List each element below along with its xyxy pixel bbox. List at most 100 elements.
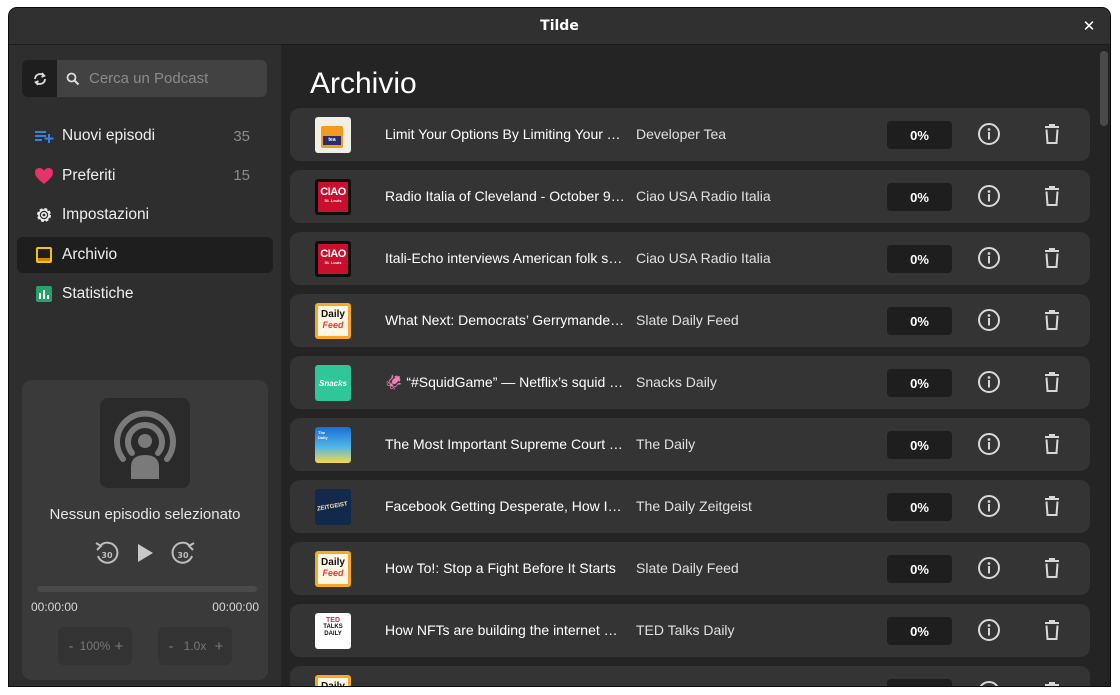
info-icon — [978, 433, 1000, 455]
new-episodes-icon — [34, 126, 54, 146]
sidebar-nav: Nuovi episodi 35 Preferiti 15 Impostazio… — [17, 118, 273, 316]
volume-increase-button[interactable]: + — [112, 638, 126, 655]
episode-thumbnail: DailyFeed — [315, 551, 351, 587]
delete-button[interactable] — [1040, 184, 1064, 208]
delete-button[interactable] — [1040, 432, 1064, 456]
time-total: 00:00:00 — [212, 600, 259, 614]
episode-title: The Most Important Supreme Court Term — [385, 436, 625, 452]
speed-value: 1.0x — [183, 639, 207, 653]
sidebar-item-favorites[interactable]: Preferiti 15 — [17, 158, 273, 194]
episode-progress: 0% — [887, 493, 952, 521]
episode-podcast: Snacks Daily — [636, 374, 717, 390]
trash-icon — [1045, 620, 1059, 640]
episode-row[interactable]: Daily Feed How To!: Stop a Fight Before I… — [290, 542, 1090, 595]
sidebar-item-count: 15 — [233, 167, 250, 184]
sidebar-item-count: 35 — [233, 127, 250, 145]
app-window: Tilde ✕ Cerca un Podcast Nuovi episodi 3… — [9, 8, 1110, 686]
info-button[interactable] — [977, 494, 1001, 518]
refresh-button[interactable] — [22, 60, 57, 97]
info-button[interactable] — [977, 370, 1001, 394]
trash-icon — [1045, 682, 1059, 686]
sidebar-item-label: Nuovi episodi — [62, 127, 156, 144]
trash-icon — [1045, 434, 1059, 454]
search-icon — [66, 72, 80, 85]
episode-row[interactable]: Daily Feed What Next: Democrats’ Gerryman… — [290, 294, 1090, 347]
delete-button[interactable] — [1040, 494, 1064, 518]
titlebar[interactable]: Tilde ✕ — [9, 8, 1110, 45]
episode-podcast: The Daily Zeitgeist — [636, 498, 752, 514]
episode-progress: 0% — [887, 431, 952, 459]
archive-icon — [34, 245, 54, 265]
episode-progress: 0% — [887, 121, 952, 149]
volume-value: 100% — [79, 639, 111, 653]
svg-text:30: 30 — [101, 551, 113, 560]
episode-progress — [887, 679, 952, 686]
episode-row[interactable]: tea Limit Your Options By Limiting Your … — [290, 108, 1090, 161]
delete-button[interactable] — [1040, 618, 1064, 642]
episode-title: How NFTs are building the internet econo… — [385, 622, 625, 638]
episode-row[interactable]: Snacks 🦑 “#SquidGame” — Netflix’s squid … — [290, 356, 1090, 409]
info-button[interactable] — [977, 122, 1001, 146]
trash-icon — [1045, 372, 1059, 392]
heart-icon — [34, 166, 54, 186]
sidebar-item-archive[interactable]: Archivio — [17, 236, 273, 273]
sidebar-item-settings[interactable]: Impostazioni — [17, 197, 273, 233]
info-button[interactable] — [977, 308, 1001, 332]
devtea-logo-text: tea — [323, 136, 341, 145]
trash-icon — [1045, 124, 1059, 144]
playback-progress-bar[interactable] — [37, 586, 257, 592]
episode-title: Itali-Echo interviews American folk sing… — [385, 250, 625, 266]
refresh-icon — [33, 71, 46, 86]
play-button[interactable] — [128, 536, 162, 570]
player-panel: Nessun episodio selezionato 30 30 00:00:… — [22, 380, 268, 680]
episode-thumbnail: TED TALKS DAILY — [315, 613, 351, 649]
info-button[interactable] — [977, 618, 1001, 642]
search-input[interactable] — [89, 70, 259, 87]
episode-row[interactable]: DailyFeed — [290, 666, 1090, 686]
episode-thumbnail: DailyFeed — [315, 675, 351, 686]
info-button[interactable] — [977, 556, 1001, 580]
close-button[interactable]: ✕ — [1080, 17, 1098, 35]
delete-button[interactable] — [1040, 680, 1064, 686]
trash-icon — [1045, 558, 1059, 578]
rewind-30-button[interactable]: 30 — [90, 536, 124, 570]
episode-title: 🦑 “#SquidGame” — Netflix’s squid superhi… — [385, 374, 625, 390]
delete-button[interactable] — [1040, 370, 1064, 394]
info-icon — [978, 619, 1000, 641]
episode-title: How To!: Stop a Fight Before It Starts — [385, 560, 616, 576]
stats-icon — [34, 284, 54, 304]
episode-podcast: Slate Daily Feed — [636, 560, 739, 576]
info-button[interactable] — [977, 184, 1001, 208]
episode-row[interactable]: TED TALKS DAILY How NFTs are building the … — [290, 604, 1090, 657]
sidebar-item-new-episodes[interactable]: Nuovi episodi 35 — [17, 118, 273, 154]
episode-thumbnail: DailyFeed — [315, 303, 351, 339]
window-title: Tilde — [540, 18, 579, 34]
scrollbar[interactable] — [1100, 51, 1108, 126]
info-button[interactable] — [977, 680, 1001, 686]
sidebar-item-stats[interactable]: Statistiche — [17, 276, 273, 312]
delete-button[interactable] — [1040, 308, 1064, 332]
episode-row[interactable]: CIAO St. Louis Itali-Echo interviews Amer… — [290, 232, 1090, 285]
info-button[interactable] — [977, 246, 1001, 270]
speed-stepper: - 1.0x + — [158, 627, 232, 665]
episode-progress: 0% — [887, 555, 952, 583]
info-icon — [978, 495, 1000, 517]
volume-decrease-button[interactable]: - — [64, 638, 78, 655]
delete-button[interactable] — [1040, 122, 1064, 146]
episode-progress: 0% — [887, 307, 952, 335]
episode-podcast: Ciao USA Radio Italia — [636, 250, 771, 266]
episode-thumbnail: CIAO St. Louis — [315, 241, 351, 277]
delete-button[interactable] — [1040, 246, 1064, 270]
episode-row[interactable]: ZEITGEIST Facebook Getting Desperate, Ho… — [290, 480, 1090, 533]
speed-decrease-button[interactable]: - — [164, 638, 178, 655]
podcast-artwork — [100, 398, 190, 488]
sidebar-item-label: Impostazioni — [62, 206, 150, 223]
episode-podcast: The Daily — [636, 436, 696, 452]
episode-row[interactable]: CIAO St. Louis Radio Italia of Cleveland … — [290, 170, 1090, 223]
delete-button[interactable] — [1040, 556, 1064, 580]
forward-30-button[interactable]: 30 — [166, 536, 200, 570]
playback-controls: 30 30 — [90, 536, 200, 570]
speed-increase-button[interactable]: + — [212, 638, 226, 655]
episode-row[interactable]: The Daily The Most Important Supreme Cou… — [290, 418, 1090, 471]
info-button[interactable] — [977, 432, 1001, 456]
